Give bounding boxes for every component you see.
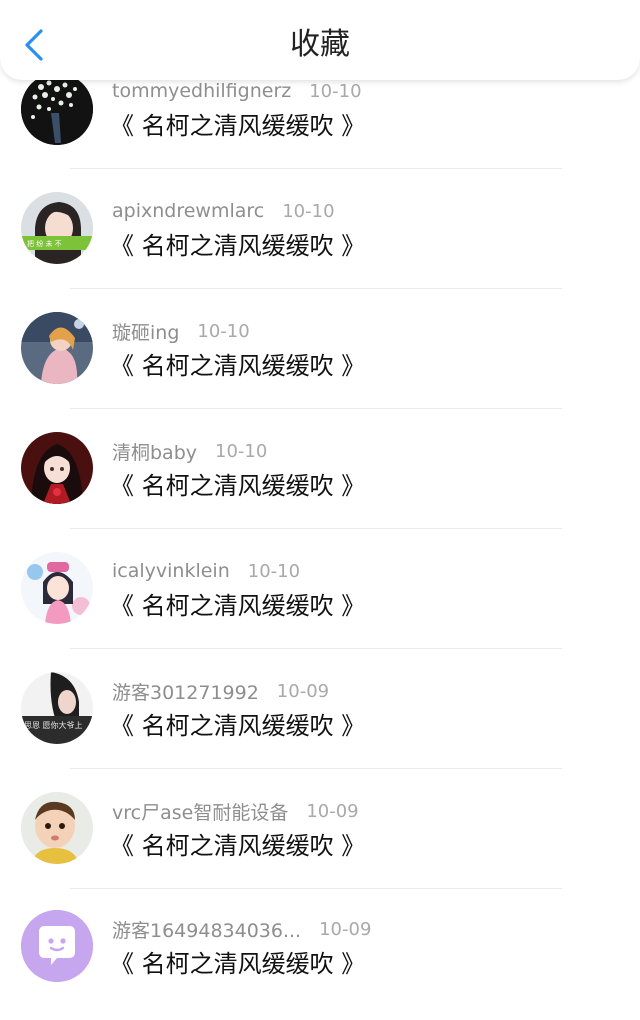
item-meta: 璇砸ing 10-10 bbox=[112, 316, 250, 346]
girl-avatar-icon: 把 纷 未 不 bbox=[21, 192, 93, 264]
username[interactable]: vrc尸ase智耐能设备 bbox=[112, 798, 288, 825]
list-item[interactable]: 璇砸ing 10-10 《 名柯之清风缓缓吹 》 bbox=[0, 300, 640, 420]
divider bbox=[70, 288, 562, 289]
cartoon-avatar-icon bbox=[21, 552, 93, 624]
baby-avatar-icon bbox=[21, 792, 93, 864]
date-label: 10-10 bbox=[215, 440, 268, 462]
date-label: 10-09 bbox=[306, 800, 359, 822]
username[interactable]: icalyvinklein bbox=[112, 560, 230, 582]
work-title[interactable]: 《 名柯之清风缓缓吹 》 bbox=[110, 828, 365, 864]
username[interactable]: 游客301271992 bbox=[112, 678, 259, 705]
username[interactable]: 游客16494834036... bbox=[112, 916, 301, 943]
item-meta: apixndrewmlarc 10-10 bbox=[112, 196, 335, 226]
divider bbox=[70, 528, 562, 529]
date-label: 10-10 bbox=[282, 200, 335, 222]
date-label: 10-10 bbox=[247, 560, 301, 582]
avatar[interactable]: 把 纷 未 不 bbox=[21, 192, 93, 264]
photo-avatar-icon bbox=[21, 312, 93, 384]
item-meta: 游客301271992 10-09 bbox=[112, 676, 329, 706]
avatar[interactable] bbox=[21, 552, 93, 624]
list-item[interactable]: vrc尸ase智耐能设备 10-09 《 名柯之清风缓缓吹 》 bbox=[0, 780, 640, 900]
divider bbox=[70, 168, 562, 169]
anime-avatar-icon bbox=[21, 432, 93, 504]
date-label: 10-10 bbox=[197, 320, 250, 342]
item-meta: 清桐baby 10-10 bbox=[112, 436, 267, 466]
page-title: 收藏 bbox=[290, 27, 350, 62]
item-meta: icalyvinklein 10-10 bbox=[112, 556, 300, 586]
username[interactable]: 清桐baby bbox=[112, 438, 197, 465]
list-item[interactable]: 游客16494834036... 10-09 《 名柯之清风缓缓吹 》 bbox=[0, 900, 640, 1020]
avatar[interactable] bbox=[21, 432, 93, 504]
username[interactable]: 璇砸ing bbox=[112, 318, 179, 345]
date-label: 10-10 bbox=[309, 80, 362, 102]
svg-text:把 纷 未 不: 把 纷 未 不 bbox=[27, 239, 62, 248]
work-title[interactable]: 《 名柯之清风缓缓吹 》 bbox=[110, 348, 365, 384]
username[interactable]: tommyedhilfignerz bbox=[112, 80, 291, 102]
flowers-avatar-icon bbox=[21, 73, 93, 145]
divider bbox=[70, 768, 562, 769]
avatar[interactable] bbox=[21, 73, 93, 145]
svg-text:思恩 愿你大爷上: 思恩 愿你大爷上 bbox=[24, 720, 83, 730]
list-item[interactable]: 思恩 愿你大爷上 游客301271992 10-09 《 名柯之清风缓缓吹 》 bbox=[0, 660, 640, 780]
work-title[interactable]: 《 名柯之清风缓缓吹 》 bbox=[110, 468, 365, 504]
avatar[interactable] bbox=[21, 910, 93, 982]
username[interactable]: apixndrewmlarc bbox=[112, 200, 264, 222]
list-item[interactable]: 把 纷 未 不 apixndrewmlarc 10-10 《 名柯之清风缓缓吹 … bbox=[0, 180, 640, 300]
work-title[interactable]: 《 名柯之清风缓缓吹 》 bbox=[110, 228, 365, 264]
date-label: 10-09 bbox=[319, 918, 372, 940]
work-title[interactable]: 《 名柯之清风缓缓吹 》 bbox=[110, 588, 365, 624]
divider bbox=[70, 408, 562, 409]
avatar[interactable] bbox=[21, 792, 93, 864]
divider bbox=[70, 888, 562, 889]
portrait-avatar-icon: 思恩 愿你大爷上 bbox=[21, 672, 93, 744]
item-meta: vrc尸ase智耐能设备 10-09 bbox=[112, 796, 359, 826]
date-label: 10-09 bbox=[276, 680, 330, 702]
avatar[interactable]: 思恩 愿你大爷上 bbox=[21, 672, 93, 744]
chat-bubble-avatar-icon bbox=[21, 910, 93, 982]
list-item[interactable]: icalyvinklein 10-10 《 名柯之清风缓缓吹 》 bbox=[0, 540, 640, 660]
work-title[interactable]: 《 名柯之清风缓缓吹 》 bbox=[110, 108, 365, 144]
item-meta: tommyedhilfignerz 10-10 bbox=[112, 76, 362, 106]
work-title[interactable]: 《 名柯之清风缓缓吹 》 bbox=[110, 708, 365, 744]
divider bbox=[70, 648, 562, 649]
item-meta: 游客16494834036... 10-09 bbox=[112, 914, 371, 944]
avatar[interactable] bbox=[21, 312, 93, 384]
header-bar: 收藏 bbox=[0, 0, 640, 80]
work-title[interactable]: 《 名柯之清风缓缓吹 》 bbox=[110, 946, 365, 982]
list-item[interactable]: 清桐baby 10-10 《 名柯之清风缓缓吹 》 bbox=[0, 420, 640, 540]
